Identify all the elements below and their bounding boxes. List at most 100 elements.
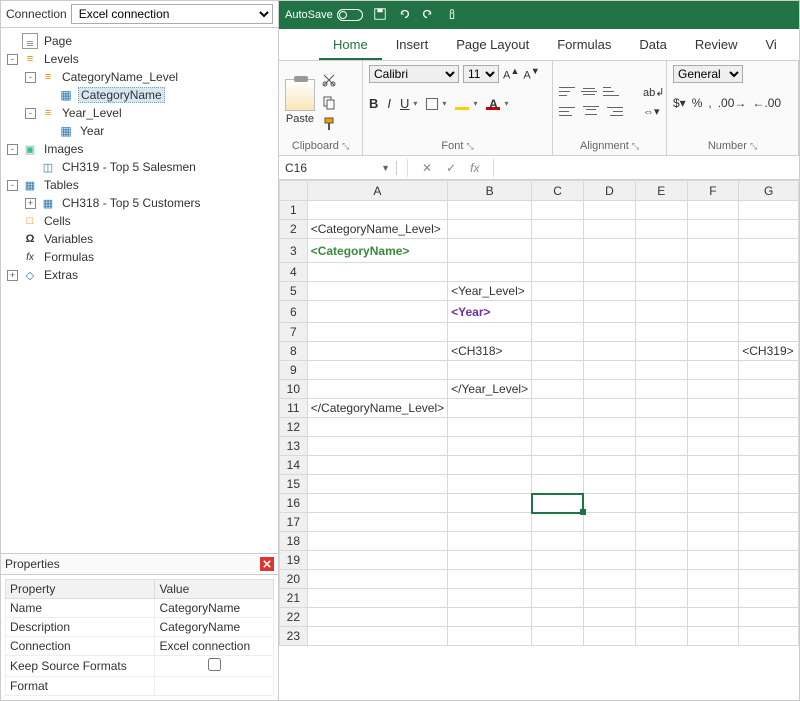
cell[interactable] [635,380,687,399]
cell[interactable] [583,532,635,551]
cell[interactable]: </CategoryName_Level> [307,399,447,418]
cell[interactable] [532,263,584,282]
cell[interactable] [635,456,687,475]
cell[interactable] [583,551,635,570]
cell[interactable] [448,201,532,220]
col-header[interactable]: B [448,181,532,201]
cell[interactable] [739,437,799,456]
cell[interactable] [635,342,687,361]
cell[interactable] [739,513,799,532]
cell[interactable] [583,361,635,380]
cell[interactable] [739,456,799,475]
row-header[interactable]: 14 [280,456,308,475]
cell[interactable] [532,282,584,301]
cell[interactable] [448,399,532,418]
cell[interactable]: <CH318> [448,342,532,361]
cell[interactable] [532,456,584,475]
cell[interactable] [448,513,532,532]
cell[interactable] [635,589,687,608]
copy-icon[interactable] [321,94,337,110]
row-header[interactable]: 18 [280,532,308,551]
cell[interactable] [739,418,799,437]
cell[interactable] [739,570,799,589]
cell[interactable] [532,342,584,361]
cell[interactable] [635,532,687,551]
cell[interactable] [687,513,739,532]
align-center-icon[interactable] [583,106,599,118]
cell[interactable] [687,239,739,263]
cell[interactable] [307,494,447,513]
cell[interactable] [739,494,799,513]
tree-item[interactable]: Formulas [7,248,276,266]
cell[interactable] [307,513,447,532]
cell[interactable] [635,201,687,220]
undo-icon[interactable] [397,7,411,24]
align-right-icon[interactable] [607,106,623,118]
cell[interactable] [635,220,687,239]
cell[interactable] [687,532,739,551]
cell[interactable] [635,494,687,513]
tree-item[interactable]: Year [7,122,276,140]
cell[interactable]: <Year_Level> [448,282,532,301]
cell[interactable] [583,627,635,646]
cell[interactable] [739,220,799,239]
font-dialog-icon[interactable]: ⤡ [466,141,473,152]
cell[interactable] [532,532,584,551]
cell[interactable] [583,323,635,342]
cell[interactable] [739,282,799,301]
cell[interactable] [448,263,532,282]
row-header[interactable]: 7 [280,323,308,342]
cell[interactable] [583,494,635,513]
currency-button[interactable]: $▾ [673,96,686,110]
cell[interactable] [687,475,739,494]
underline-button[interactable]: U [400,96,409,111]
tab-data[interactable]: Data [625,29,680,60]
cell[interactable]: <CategoryName> [307,239,447,263]
row-header[interactable]: 17 [280,513,308,532]
cell[interactable] [583,475,635,494]
cell[interactable] [307,608,447,627]
cell[interactable] [583,263,635,282]
cell[interactable] [532,627,584,646]
cell[interactable] [532,361,584,380]
wrap-text-icon[interactable]: ab↲ [643,86,664,99]
cell[interactable] [532,301,584,323]
spreadsheet-grid[interactable]: ABCDEFG12<CategoryName_Level>3<CategoryN… [279,180,799,700]
tree-item[interactable]: -Levels [7,50,276,68]
cell[interactable] [635,551,687,570]
cell[interactable] [307,380,447,399]
cell[interactable] [307,323,447,342]
cell[interactable] [687,589,739,608]
cell[interactable] [739,551,799,570]
align-left-icon[interactable] [559,106,575,118]
col-header[interactable] [280,181,308,201]
tab-vi[interactable]: Vi [752,29,791,60]
cell[interactable] [687,627,739,646]
cell[interactable] [307,361,447,380]
cell[interactable] [687,494,739,513]
percent-button[interactable]: % [692,96,703,110]
redo-icon[interactable] [421,7,435,24]
cell[interactable] [448,456,532,475]
cell[interactable] [583,513,635,532]
cell[interactable] [739,263,799,282]
cell[interactable] [532,399,584,418]
row-header[interactable]: 11 [280,399,308,418]
format-painter-icon[interactable] [321,116,337,132]
cell[interactable] [307,282,447,301]
tree-item[interactable]: CH319 - Top 5 Salesmen [7,158,276,176]
cell[interactable] [307,551,447,570]
cell[interactable] [532,437,584,456]
cell[interactable] [307,418,447,437]
cell[interactable] [307,456,447,475]
row-header[interactable]: 13 [280,437,308,456]
cell[interactable] [583,220,635,239]
name-box-dropdown-icon[interactable]: ▼ [381,163,390,173]
cell[interactable] [448,361,532,380]
cell[interactable] [687,418,739,437]
cell[interactable] [583,380,635,399]
cell[interactable] [307,263,447,282]
cell[interactable] [635,513,687,532]
cell[interactable] [635,418,687,437]
tree-item[interactable]: Variables [7,230,276,248]
